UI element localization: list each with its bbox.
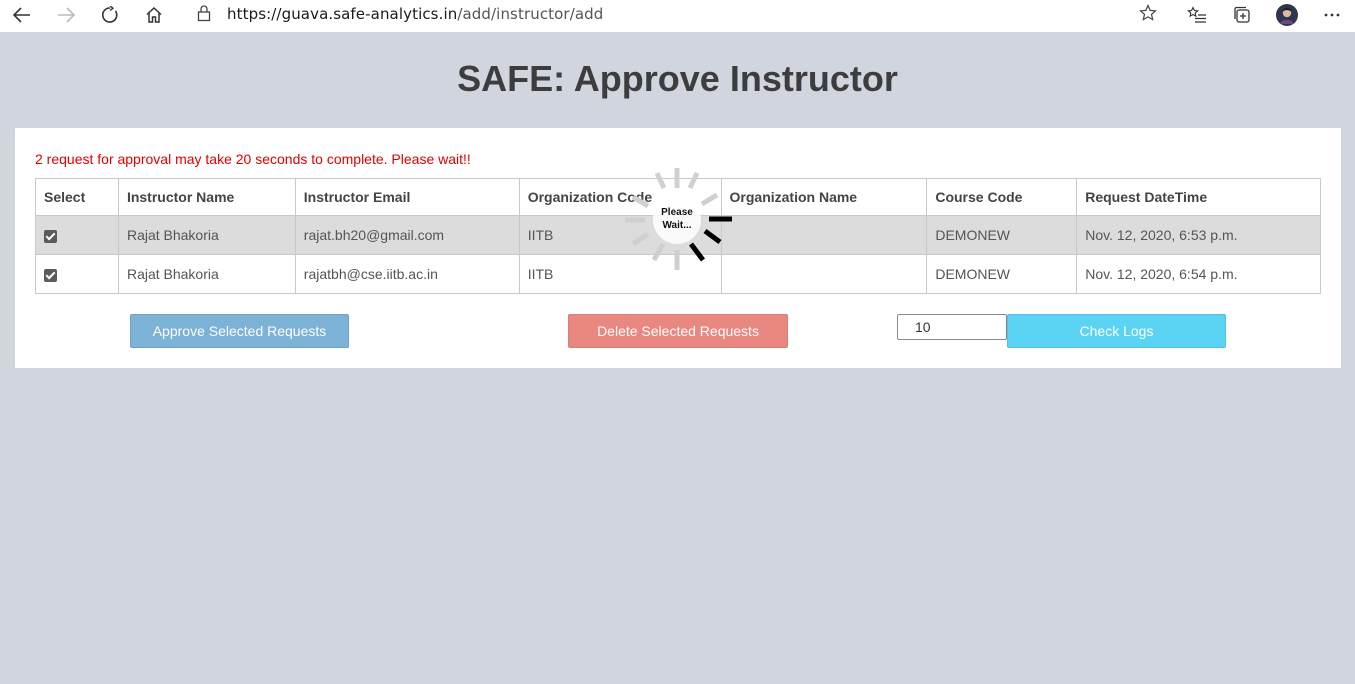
refresh-icon[interactable] [96,2,124,28]
instructor-email: rajatbh@cse.iitb.ac.in [294,254,520,294]
wait-notice: 2 request for approval may take 20 secon… [35,151,471,167]
course-code: DEMONEW [926,254,1078,294]
back-icon[interactable] [8,2,36,28]
page-title: SAFE: Approve Instructor [457,58,898,99]
instructor-name: Rajat Bhakoria [117,215,296,255]
organization-name [720,215,928,255]
browser-toolbar: https://guava.safe-analytics.in/add/inst… [0,0,1355,32]
select-checkbox[interactable] [44,229,57,243]
favorite-star-icon[interactable] [1139,4,1157,27]
profile-avatar-icon[interactable] [1273,2,1301,28]
spinner-label-line1: Please [661,207,693,218]
course-code: DEMONEW [926,215,1078,255]
approve-selected-button[interactable]: Approve Selected Requests [130,314,349,348]
address-bar[interactable]: https://guava.safe-analytics.in/add/inst… [183,0,1169,28]
check-logs-button[interactable]: Check Logs [1007,314,1226,348]
favorites-list-icon[interactable] [1183,2,1211,28]
delete-selected-button[interactable]: Delete Selected Requests [568,314,788,348]
header-select: Select [35,178,119,216]
instructor-name: Rajat Bhakoria [117,254,296,294]
header-instructor-name: Instructor Name [117,178,296,216]
select-cell [35,215,119,255]
lock-icon[interactable] [197,4,211,27]
header-course-code: Course Code [926,178,1078,216]
url-host: https://guava.safe-analytics.in [227,5,458,23]
header-instructor-email: Instructor Email [294,178,520,216]
select-cell [35,254,119,294]
select-checkbox[interactable] [44,268,57,282]
header-request-datetime: Request DateTime [1076,178,1321,216]
forward-icon[interactable] [52,2,80,28]
instructor-email: rajat.bh20@gmail.com [294,215,520,255]
spinner-label: Please Wait... [621,206,733,232]
request-datetime: Nov. 12, 2020, 6:54 p.m. [1076,254,1321,294]
home-icon[interactable] [140,2,168,28]
spinner-label-line2: Wait... [662,220,692,231]
request-datetime: Nov. 12, 2020, 6:53 p.m. [1076,215,1321,255]
organization-name [720,254,928,294]
url-path: /add/instructor/add [457,5,604,23]
more-menu-icon[interactable] [1318,2,1346,28]
url-text[interactable]: https://guava.safe-analytics.in/add/inst… [227,5,603,23]
collections-icon[interactable] [1228,2,1256,28]
header-organization-name: Organization Name [720,178,928,216]
logs-count-input[interactable] [897,314,1007,340]
